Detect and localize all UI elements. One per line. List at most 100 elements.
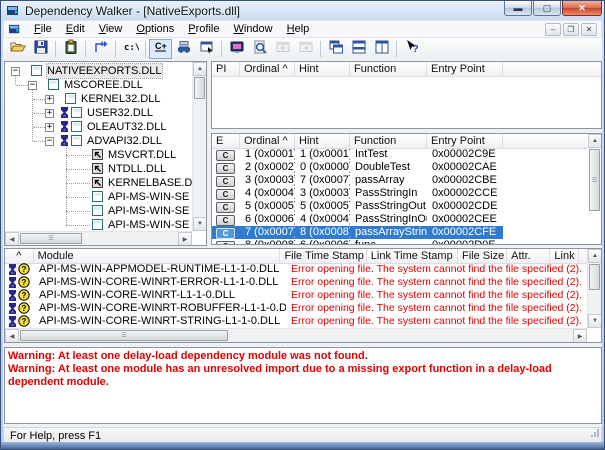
menu-view[interactable]: View xyxy=(92,21,130,37)
open-file-button[interactable] xyxy=(6,39,29,59)
exports-header-E[interactable]: E xyxy=(212,134,240,148)
resize-grip[interactable] xyxy=(588,427,600,442)
modules-header-sort[interactable]: ^ xyxy=(5,249,34,263)
tree-item-label[interactable]: OLEAUT32.DLL xyxy=(87,120,166,134)
module-row-api-ms-win-core-winrt-l1-1-0.dll[interactable]: ? API-MS-WIN-CORE-WINRT-L1-1-0.DLL Error o… xyxy=(5,289,587,302)
tree-horizontal-scrollbar[interactable]: ◀ ☰ ▶ xyxy=(5,231,192,245)
modules-header-LinkTimeStamp[interactable]: Link Time Stamp xyxy=(367,249,459,263)
modules-vertical-scrollbar[interactable]: ▲ ▼ xyxy=(587,249,601,328)
menu-edit[interactable]: Edit xyxy=(59,21,92,37)
tree-item-label[interactable]: NATIVEEXPORTS.DLL xyxy=(46,63,163,79)
mdi-close-button[interactable]: ✕ xyxy=(581,23,597,36)
imports-header-EntryPoint[interactable]: Entry Point xyxy=(427,62,503,76)
tree-item-msvcrt-dll[interactable]: MSVCRT.DLL xyxy=(5,148,192,162)
properties-button[interactable] xyxy=(195,39,218,59)
export-cell: 4 (0x0004) xyxy=(245,187,295,199)
lookup-function-button[interactable] xyxy=(248,39,271,59)
tree-item-api-ms-win-se[interactable]: API-MS-WIN-SE xyxy=(5,204,192,218)
export-row-passArrayStrings[interactable]: C 7 (0x0007)8 (0x0008)passArrayStrings0x0… xyxy=(212,226,587,239)
export-row-PassStringIn[interactable]: C 4 (0x0004) 3 (0x0003) PassStringIn 0x00002… xyxy=(212,187,587,200)
cascade-windows-button[interactable] xyxy=(324,39,347,59)
delay-load-hourglass-icon xyxy=(8,303,17,314)
module-row-api-ms-win-core-winrt-error-l1-1-0.dll[interactable]: ? API-MS-WIN-CORE-WINRT-ERROR-L1-1-0.DLL E… xyxy=(5,276,587,289)
menu-window[interactable]: Window xyxy=(226,21,279,37)
system-info-button[interactable] xyxy=(225,39,248,59)
tree-item-label[interactable]: USER32.DLL xyxy=(87,106,153,120)
menu-file[interactable]: File xyxy=(27,21,59,37)
mdi-restore-button[interactable]: ❐ xyxy=(563,23,579,36)
export-cell: 0x00002CBE xyxy=(432,174,497,186)
tree-item-nativeexports-dll[interactable]: − NATIVEEXPORTS.DLL xyxy=(5,63,192,79)
tile-vertical-button[interactable] xyxy=(370,39,393,59)
module-row-api-ms-win-core-winrt-string-l1-1-0.dll[interactable]: ? API-MS-WIN-CORE-WINRT-STRING-L1-1-0.DLL… xyxy=(5,315,587,328)
modules-header-FileSize[interactable]: File Size xyxy=(458,249,508,263)
module-row-api-ms-win-core-winrt-robuffer-l1-1-0.dll[interactable]: ? API-MS-WIN-CORE-WINRT-ROBUFFER-L1-1-0.D… xyxy=(5,302,587,315)
tree-item-api-ms-win-se[interactable]: API-MS-WIN-SE xyxy=(5,218,192,231)
mdi-child-icon[interactable] xyxy=(9,23,22,36)
imports-header-Function[interactable]: Function xyxy=(350,62,427,76)
menu-help[interactable]: Help xyxy=(280,21,317,37)
mdi-minimize-button[interactable]: – xyxy=(545,23,561,36)
expand-toggle-icon[interactable]: + xyxy=(45,123,54,132)
tree-item-mscoree-dll[interactable]: − MSCOREE.DLL xyxy=(5,78,192,92)
tree-item-label[interactable]: API-MS-WIN-SE xyxy=(108,190,189,204)
modules-header-Module[interactable]: Module xyxy=(34,249,281,263)
modules-header-LinkCh[interactable]: Link Ch xyxy=(550,249,579,263)
exports-header-Ordinal[interactable]: Ordinal ^ xyxy=(240,134,295,148)
export-cell: passArrayStrings xyxy=(350,226,427,239)
external-viewer-button[interactable] xyxy=(172,39,195,59)
module-name-cell: API-MS-WIN-CORE-WINRT-L1-1-0.DLL xyxy=(39,289,235,301)
tree-item-label[interactable]: NTDLL.DLL xyxy=(108,162,166,176)
copy-button[interactable] xyxy=(59,39,82,59)
maximize-button[interactable]: ▢ xyxy=(533,1,561,16)
tree-item-user32-dll[interactable]: + USER32.DLL xyxy=(5,106,192,120)
tree-item-label[interactable]: MSCOREE.DLL xyxy=(64,78,143,92)
collapse-toggle-icon[interactable]: − xyxy=(28,81,37,90)
exports-header-Hint[interactable]: Hint xyxy=(295,134,350,148)
imports-header-PI[interactable]: PI xyxy=(212,62,240,76)
imports-header-Ordinal[interactable]: Ordinal ^ xyxy=(240,62,295,76)
menu-profile[interactable]: Profile xyxy=(181,21,226,37)
auto-expand-button[interactable] xyxy=(89,39,112,59)
tree-item-ntdll-dll[interactable]: NTDLL.DLL xyxy=(5,162,192,176)
export-row-PassStringInOut[interactable]: C 6 (0x0006) 4 (0x0004) PassStringInOut 0x00… xyxy=(212,213,587,226)
close-button[interactable]: ✕ xyxy=(562,1,602,16)
menu-options[interactable]: Options xyxy=(129,21,181,37)
modules-header-FileTimeStamp[interactable]: File Time Stamp xyxy=(280,249,367,263)
tree-item-label[interactable]: API-MS-WIN-SE xyxy=(108,204,189,218)
tree-vertical-scrollbar[interactable]: ▲ ▼ xyxy=(192,62,206,231)
imports-header-Hint[interactable]: Hint xyxy=(295,62,350,76)
tree-item-label[interactable]: KERNEL32.DLL xyxy=(81,92,161,106)
export-cell: C xyxy=(212,174,240,187)
collapse-toggle-icon[interactable]: − xyxy=(45,137,54,146)
tree-item-kernel32-dll[interactable]: + KERNEL32.DLL xyxy=(5,92,192,106)
module-row-api-ms-win-appmodel-runtime-l1-1-0.dll[interactable]: ? API-MS-WIN-APPMODEL-RUNTIME-L1-1-0.DLL E… xyxy=(5,263,587,276)
export-row-IntTest[interactable]: C 1 (0x0001) 1 (0x0001) IntTest 0x00002C9E xyxy=(212,148,587,161)
context-help-button[interactable]: ? xyxy=(400,39,423,59)
tree-item-label[interactable]: MSVCRT.DLL xyxy=(108,148,176,162)
save-file-button[interactable] xyxy=(29,39,52,59)
view-full-paths-button[interactable]: c:\ xyxy=(119,39,142,59)
tree-item-oleaut32-dll[interactable]: + OLEAUT32.DLL xyxy=(5,120,192,134)
collapse-toggle-icon[interactable]: − xyxy=(11,67,20,76)
expand-toggle-icon[interactable]: + xyxy=(45,95,54,104)
modules-horizontal-scrollbar[interactable]: ◀ ☰ ▶ xyxy=(5,328,587,342)
export-row-passArray[interactable]: C 3 (0x0003) 7 (0x0007) passArray 0x00002CBE xyxy=(212,174,587,187)
tree-item-advapi32-dll[interactable]: − ADVAPI32.DLL xyxy=(5,134,192,148)
tree-item-label[interactable]: API-MS-WIN-SE xyxy=(108,218,189,231)
export-row-PassStringOut[interactable]: C 5 (0x0005) 5 (0x0005) PassStringOut 0x0000… xyxy=(212,200,587,213)
minimize-button[interactable]: ▬ xyxy=(504,1,532,16)
export-row-DoubleTest[interactable]: C 2 (0x0002) 0 (0x0000) DoubleTest 0x00002CA… xyxy=(212,161,587,174)
tree-item-label[interactable]: KERNELBASE.DL xyxy=(108,176,192,190)
svg-text:?: ? xyxy=(22,304,27,313)
tree-item-api-ms-win-se[interactable]: API-MS-WIN-SE xyxy=(5,190,192,204)
expand-toggle-icon[interactable]: + xyxy=(45,109,54,118)
export-row-func[interactable]: C 8 (0x0008)6 (0x0006)func0x00002D0E xyxy=(212,239,587,244)
tree-item-label[interactable]: ADVAPI32.DLL xyxy=(87,134,162,148)
tile-horizontal-button[interactable] xyxy=(347,39,370,59)
undecorate-cpp-button[interactable]: C+ xyxy=(149,38,172,59)
modules-header-Attr[interactable]: Attr. xyxy=(507,249,551,263)
exports-header-Function[interactable]: Function xyxy=(350,134,427,148)
exports-header-EntryPoint[interactable]: Entry Point xyxy=(427,134,503,148)
tree-item-kernelbase-dl[interactable]: KERNELBASE.DL xyxy=(5,176,192,190)
